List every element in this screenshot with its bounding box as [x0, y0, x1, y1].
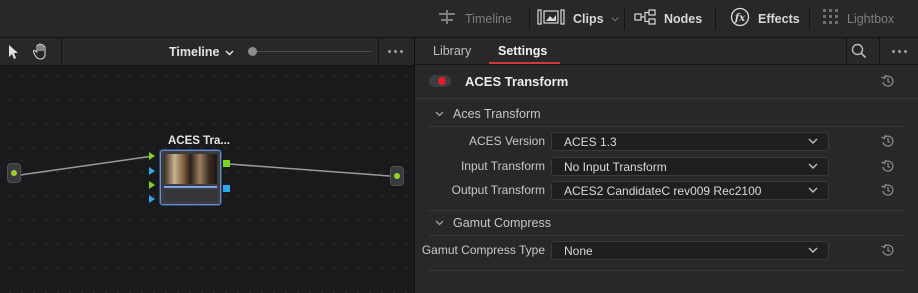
effect-header: ACES Transform [415, 65, 918, 99]
node-input-key-2[interactable] [149, 195, 155, 203]
node-editor-header: Timeline [0, 38, 414, 66]
node-output-key[interactable] [223, 185, 230, 192]
node-input-rgb-2[interactable] [149, 181, 155, 189]
svg-text:fx: fx [734, 13, 746, 24]
toolbar-separator [624, 7, 625, 30]
reset-icon[interactable] [881, 134, 895, 148]
fx-icon: fx [730, 7, 750, 30]
header-divider [378, 38, 379, 65]
clips-toggle[interactable]: Clips ⌵ [537, 0, 618, 37]
reset-icon[interactable] [881, 74, 895, 88]
chevron-down-icon [808, 184, 818, 199]
aces-version-label: ACES Version [468, 134, 545, 148]
lightbox-label: Lightbox [847, 11, 895, 26]
chevron-down-icon [808, 135, 818, 150]
node-editor-title[interactable]: Timeline [169, 38, 235, 65]
tab-library[interactable]: Library [433, 38, 471, 64]
timeline-icon [437, 10, 457, 27]
toolbar-separator [809, 7, 810, 30]
section-title-text: Gamut Compress [453, 216, 551, 230]
effects-toggle[interactable]: fx Effects [730, 0, 800, 37]
chevron-down-icon [435, 109, 444, 119]
lightbox-toggle[interactable]: Lightbox [823, 0, 894, 37]
hand-tool-icon[interactable] [32, 43, 49, 63]
gamut-compress-type-value: None [564, 243, 593, 258]
input-transform-dropdown[interactable]: No Input Transform [551, 157, 829, 176]
output-transform-value: ACES2 CandidateC rev009 Rec2100 [564, 183, 762, 198]
output-transform-dropdown[interactable]: ACES2 CandidateC rev009 Rec2100 [551, 181, 829, 200]
tabs-divider [879, 38, 880, 64]
clips-icon [537, 9, 565, 28]
node-status-bar [164, 186, 217, 188]
nodes-icon [634, 9, 656, 28]
reset-icon[interactable] [881, 159, 895, 173]
header-divider [61, 38, 62, 65]
lightbox-grid-icon [823, 9, 839, 28]
output-node[interactable] [390, 166, 404, 186]
input-transform-label: Input Transform [460, 159, 545, 173]
gamut-compress-type-dropdown[interactable]: None [551, 241, 829, 260]
section-header-gamut-compress[interactable]: Gamut Compress [435, 216, 551, 230]
chevron-down-icon [808, 244, 818, 259]
section-divider [429, 270, 905, 271]
node-label: ACES Tra... [168, 135, 230, 147]
effects-label: Effects [758, 11, 800, 26]
toolbar-separator [715, 7, 716, 30]
section-divider [429, 210, 905, 211]
reset-icon[interactable] [881, 243, 895, 257]
section-title-text: Aces Transform [453, 107, 541, 121]
output-transform-label: Output Transform [451, 183, 545, 197]
effect-title: ACES Transform [465, 74, 569, 89]
pointer-tool-icon[interactable] [8, 44, 20, 63]
zoom-slider-handle[interactable] [248, 47, 257, 56]
more-options-icon[interactable] [388, 50, 403, 53]
timeline-label: Timeline [465, 11, 512, 26]
aces-transform-node[interactable] [160, 150, 221, 205]
node-thumbnail [164, 154, 217, 184]
nodes-toggle[interactable]: Nodes [634, 0, 702, 37]
more-options-icon[interactable] [892, 50, 907, 53]
chevron-down-icon [808, 160, 818, 175]
search-icon[interactable] [851, 43, 867, 62]
tab-settings[interactable]: Settings [498, 38, 547, 64]
chevron-down-icon [435, 218, 444, 228]
inspector-tabs: Library Settings [415, 38, 918, 65]
node-input-rgb[interactable] [149, 152, 155, 160]
effect-enable-toggle[interactable] [429, 75, 451, 87]
zoom-slider-track[interactable] [254, 51, 372, 52]
chevron-down-icon[interactable]: ⌵ [612, 13, 619, 24]
nodes-label: Nodes [664, 11, 703, 26]
source-input-node[interactable] [7, 163, 21, 183]
section-divider [429, 126, 905, 127]
node-output-rgb[interactable] [223, 160, 230, 167]
tabs-divider [846, 38, 847, 64]
node-editor-title-text: Timeline [169, 44, 220, 59]
gamut-compress-type-label: Gamut Compress Type [421, 243, 545, 257]
section-header-aces-transform[interactable]: Aces Transform [435, 107, 541, 121]
aces-version-value: ACES 1.3 [564, 134, 617, 149]
node-input-key[interactable] [149, 167, 155, 175]
aces-version-dropdown[interactable]: ACES 1.3 [551, 132, 829, 151]
settings-panel: Library Settings ACES Transform Aces Tra… [415, 38, 918, 293]
resolve-color-page: Timeline Clips ⌵ Nodes fx Effects Lightb… [0, 0, 918, 293]
input-transform-value: No Input Transform [564, 159, 667, 174]
reset-icon[interactable] [881, 183, 895, 197]
section-divider [429, 235, 905, 236]
active-tab-indicator [489, 62, 560, 64]
node-editor: Timeline ACES Tra... [0, 38, 414, 293]
node-footer [164, 190, 217, 201]
chevron-down-icon [225, 45, 235, 59]
clips-label: Clips [573, 11, 604, 26]
timeline-toggle[interactable]: Timeline [437, 0, 512, 37]
toolbar-separator [529, 7, 530, 30]
top-toolbar: Timeline Clips ⌵ Nodes fx Effects Lightb… [0, 0, 918, 38]
